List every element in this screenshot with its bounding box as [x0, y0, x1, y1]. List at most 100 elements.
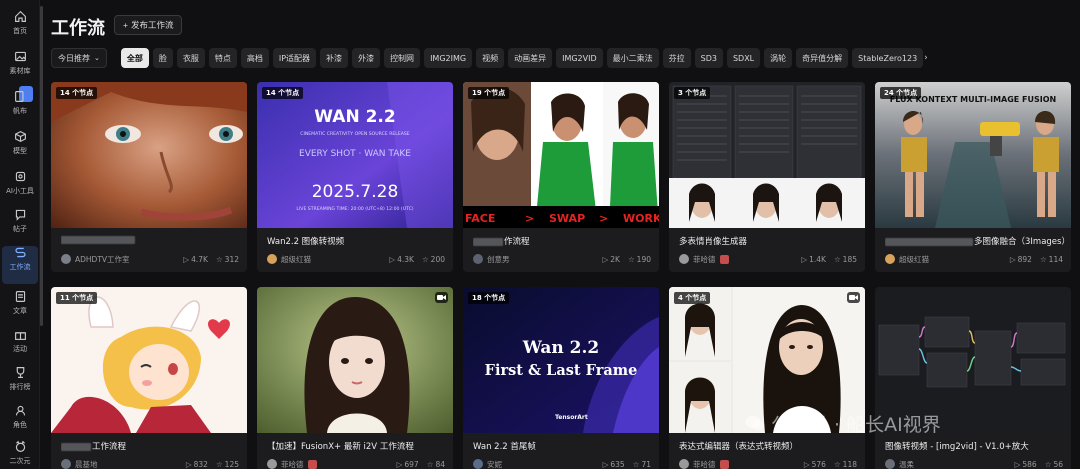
sidebar-item-home[interactable]: 首页 [0, 10, 40, 48]
workflow-icon [13, 246, 27, 259]
card-meta: 菲哈德 ▷ 576 ☆ 118 [679, 458, 857, 469]
chip-upscale[interactable]: 高档 [240, 48, 269, 68]
card-title[interactable]: 图像转视频 - [img2vid] - V1.0+放大 [885, 440, 1065, 452]
workflow-card[interactable]: Wan 2.2 First & Last Frame TensorArt 18 … [463, 287, 659, 469]
sidebar-item-articles[interactable]: 文章 [0, 290, 40, 328]
avatar[interactable] [885, 459, 895, 469]
workflow-card[interactable]: 4 个节点 表达式编辑器（表达式转视频） 菲哈德 ▷ 576 ☆ 118 [669, 287, 865, 469]
avatar[interactable] [679, 459, 689, 469]
chip-img2img[interactable]: IMG2IMG [424, 48, 473, 68]
workflow-card[interactable]: 14 个节点 ADHDTV工作室 ▷ 4.7K ☆ 312 [51, 82, 247, 272]
chip-animatediff[interactable]: 动画差异 [508, 48, 553, 68]
workflow-card[interactable]: 图像转视频 - [img2vid] - V1.0+放大 温柔 ▷ 586 ☆ 56 [875, 287, 1071, 469]
node-count-badge: 14 个节点 [262, 87, 304, 99]
card-meta: 菲哈德 ▷ 697 ☆ 84 [267, 458, 445, 469]
sidebar-item-events[interactable]: 活动 [0, 328, 40, 366]
author-name[interactable]: 创意男 [487, 254, 594, 265]
chip-clothes[interactable]: 衣服 [176, 48, 205, 68]
chip-inpaint[interactable]: 补漆 [320, 48, 349, 68]
avatar[interactable] [61, 459, 71, 469]
workflow-card[interactable]: 【加速】FusionX+ 最新 i2V 工作流程 菲哈德 ▷ 697 ☆ 84 [257, 287, 453, 469]
sidebar-item-label: 排行榜 [9, 383, 31, 391]
sort-dropdown[interactable]: 今日推荐 ⌄ [51, 48, 107, 68]
card-title[interactable]: 工作流程 [61, 440, 241, 452]
chip-lcm[interactable]: 最小二乘法 [606, 48, 659, 68]
sidebar-item-workflows[interactable]: 工作流 [2, 246, 38, 284]
publish-workflow-button[interactable]: + 发布工作流 [114, 15, 183, 35]
sidebar-item-models[interactable]: 模型 [0, 130, 40, 168]
author-name[interactable]: 安妮 [487, 459, 595, 469]
author-name[interactable]: ADHDTV工作室 [75, 254, 175, 265]
like-count: ▷ 4.7K [183, 254, 208, 264]
author-name[interactable]: 菲哈德 [281, 459, 304, 469]
like-count: ▷ 635 [602, 459, 625, 469]
node-count-badge: 19 个节点 [468, 87, 510, 99]
chip-ip-adapter[interactable]: IP适配器 [272, 48, 317, 68]
chip-flux[interactable]: 芬拉 [662, 48, 691, 68]
thumb-slogan: EVERY SHOT · WAN TAKE [299, 149, 411, 159]
card-title[interactable]: 作流程 [473, 235, 653, 247]
card-title[interactable]: Wan2.2 图像转视频 [267, 235, 447, 247]
sidebar-item-anime[interactable]: 二次元 [0, 440, 40, 469]
author-name[interactable]: 温柔 [899, 459, 1007, 469]
sidebar-item-canvas[interactable]: 帆布 [0, 90, 40, 128]
sidebar-item-leaderboard[interactable]: 排行榜 [0, 366, 40, 404]
page-title: 工作流 [51, 18, 105, 39]
chip-all[interactable]: 全部 [120, 48, 149, 68]
chip-svd[interactable]: 奇异值分解 [796, 48, 849, 68]
sidebar-item-posts[interactable]: 帖子 [0, 208, 40, 246]
card-thumbnail: FACE > SWAP > WORK 19 个节点 [463, 82, 659, 228]
card-meta: ADHDTV工作室 ▷ 4.7K ☆ 312 [61, 253, 239, 265]
chip-sdxl[interactable]: SDXL [726, 48, 761, 68]
avatar[interactable] [473, 254, 483, 264]
chip-controlnet[interactable]: 控制网 [384, 48, 421, 68]
like-count: ▷ 586 [1014, 459, 1037, 469]
workflow-card[interactable]: 11 个节点 工作流程 晨基地 ▷ 832 ☆ 125 [51, 287, 247, 469]
workflow-card[interactable]: FLUX KONTEXT MULTI-IMAGE FUSION 24 个节点 多… [875, 82, 1071, 272]
workflow-card[interactable]: FACE > SWAP > WORK 19 个节点 作流程 创意男 ▷ 2K ☆ 1… [463, 82, 659, 272]
sidebar-item-label: 角色 [13, 421, 27, 429]
avatar[interactable] [885, 254, 895, 264]
workflow-card[interactable]: 3 个节点 多表情肖像生成器 菲哈德 ▷ 1.4K ☆ 185 [669, 82, 865, 272]
sidebar-item-label: 素材库 [9, 67, 31, 75]
sidebar-scrollbar[interactable] [40, 6, 43, 326]
star-count: ☆ 118 [833, 459, 857, 469]
author-name[interactable]: 菲哈德 [693, 254, 716, 265]
avatar[interactable] [267, 254, 277, 264]
tool-icon [13, 170, 27, 183]
card-title[interactable]: Wan 2.2 首尾帧 [473, 440, 653, 452]
author-name[interactable]: 超级红猫 [899, 254, 1002, 265]
card-thumbnail: 3 个节点 [669, 82, 865, 228]
avatar[interactable] [61, 254, 71, 264]
chip-face[interactable]: 脸 [152, 48, 173, 68]
author-name[interactable]: 超级红猫 [281, 254, 381, 265]
card-title[interactable]: 表达式编辑器（表达式转视频） [679, 440, 859, 452]
cube-icon [13, 130, 27, 143]
avatar[interactable] [267, 459, 277, 469]
node-count-badge: 3 个节点 [674, 87, 711, 99]
card-title[interactable]: 多图像融合（3Images） [885, 235, 1065, 247]
chip-stablezero123[interactable]: StableZero123 [852, 48, 924, 68]
image-icon [13, 50, 27, 63]
star-icon: ☆ [1044, 459, 1052, 469]
chip-outpaint[interactable]: 外漆 [352, 48, 381, 68]
character-icon [13, 404, 27, 417]
author-name[interactable]: 晨基地 [75, 459, 178, 469]
card-title[interactable] [61, 235, 241, 245]
chip-video[interactable]: 视频 [476, 48, 505, 68]
chip-img2vid[interactable]: IMG2VID [556, 48, 603, 68]
sidebar-item-ai-tools[interactable]: AI小工具 [0, 170, 40, 208]
sidebar-item-characters[interactable]: 角色 [0, 404, 40, 442]
workflow-card[interactable]: WAN 2.2 CINEMATIC CREATIVITY OPEN SOURCE… [257, 82, 453, 272]
card-title[interactable]: 多表情肖像生成器 [679, 235, 859, 247]
avatar[interactable] [679, 254, 689, 264]
chevron-right-icon[interactable]: › [924, 53, 928, 63]
card-title[interactable]: 【加速】FusionX+ 最新 i2V 工作流程 [267, 440, 447, 452]
chip-turbo[interactable]: 涡轮 [764, 48, 793, 68]
avatar[interactable] [473, 459, 483, 469]
author-name[interactable]: 菲哈德 [693, 459, 716, 469]
chip-sd3[interactable]: SD3 [694, 48, 723, 68]
card-meta: 菲哈德 ▷ 1.4K ☆ 185 [679, 253, 857, 265]
chip-feature[interactable]: 特点 [208, 48, 237, 68]
sidebar-item-assets[interactable]: 素材库 [0, 50, 40, 88]
